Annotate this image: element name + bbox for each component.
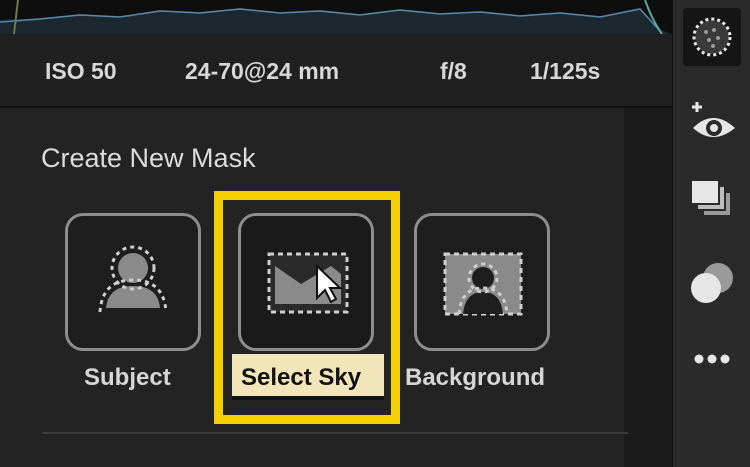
section-divider (42, 432, 628, 434)
subject-mask-icon (98, 245, 168, 313)
aperture-value: f/8 (440, 58, 467, 84)
right-toolstrip (672, 0, 750, 467)
more-icon (694, 354, 730, 364)
blend-tool-button[interactable] (683, 254, 741, 312)
shutter-value: 1/125s (530, 58, 601, 84)
iso-value: ISO 50 (45, 58, 117, 84)
background-mask-button[interactable] (414, 213, 550, 351)
blend-icon (691, 263, 733, 303)
add-eye-icon (692, 102, 735, 137)
background-mask-icon (443, 252, 523, 316)
layers-icon (690, 179, 732, 217)
layers-tool-button[interactable] (683, 172, 741, 230)
masking-icon (692, 17, 732, 57)
subject-label: Subject (84, 364, 171, 391)
subject-mask-button[interactable] (65, 213, 201, 351)
histogram (0, 0, 672, 34)
create-new-mask-title: Create New Mask (41, 143, 256, 173)
select-sky-highlight-frame (214, 191, 400, 424)
background-label: Background (405, 364, 546, 391)
more-tools-button[interactable] (683, 330, 741, 388)
lens-value: 24-70@24 mm (185, 58, 340, 84)
masking-tool-button[interactable] (683, 8, 741, 66)
photo-info-bar: ISO 50 24-70@24 mm f/8 1/125s (0, 34, 672, 108)
add-eye-tool-button[interactable] (683, 92, 741, 150)
